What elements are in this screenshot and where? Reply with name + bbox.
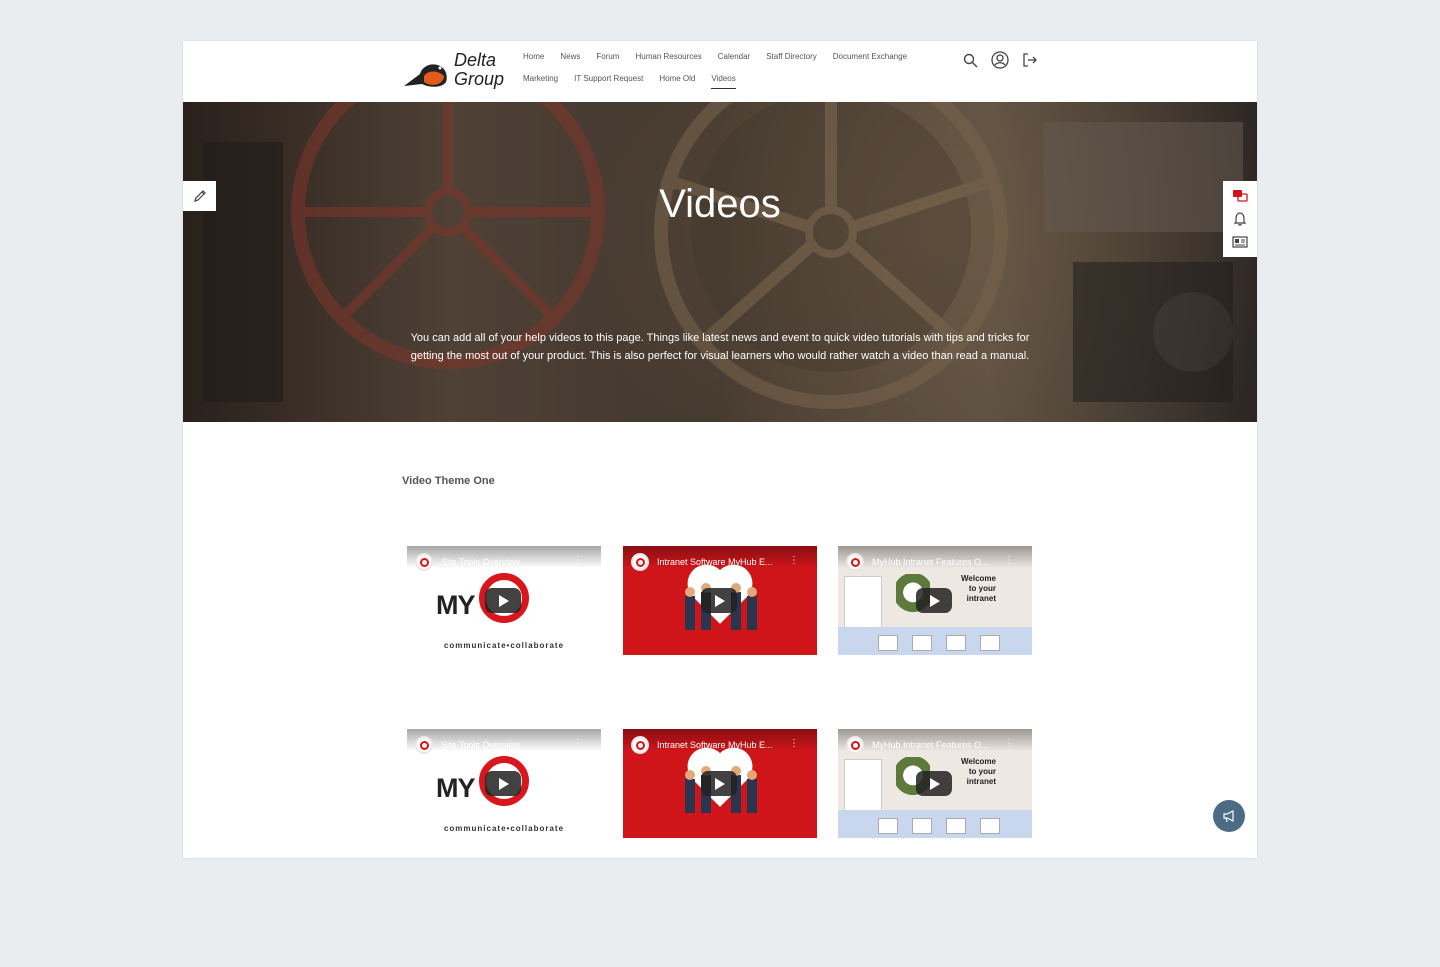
more-vert-icon[interactable]: ⋮ <box>1004 556 1014 566</box>
nav-home[interactable]: Home <box>515 51 552 63</box>
more-vert-icon[interactable]: ⋮ <box>573 739 583 749</box>
bell-icon[interactable] <box>1231 210 1249 228</box>
video-title[interactable]: Site Tools Overview <box>441 740 520 750</box>
logout-icon[interactable] <box>1021 51 1039 69</box>
video-tagline: communicate•collaborate <box>443 641 565 650</box>
play-button[interactable] <box>916 771 952 796</box>
channel-avatar[interactable] <box>415 736 433 754</box>
play-button[interactable] <box>701 771 737 796</box>
announcement-button[interactable] <box>1213 800 1245 832</box>
hero-banner: Videos You can add all of your help vide… <box>183 102 1257 422</box>
search-icon[interactable] <box>961 51 979 69</box>
nav-staff-directory[interactable]: Staff Directory <box>758 51 825 63</box>
play-button[interactable] <box>485 771 521 796</box>
chat-icon[interactable] <box>1231 187 1249 205</box>
app-window: Delta Group Home News Forum Human Resour… <box>183 41 1257 858</box>
logo-text-line1: Delta <box>454 50 497 70</box>
more-vert-icon[interactable]: ⋮ <box>573 556 583 566</box>
video-title[interactable]: Intranet Software MyHub E... <box>657 557 773 567</box>
play-button[interactable] <box>701 588 737 613</box>
edit-page-button[interactable] <box>183 181 216 211</box>
video-embed-site-tools[interactable]: MY communicate•collaborate Site Tools Ov… <box>407 729 601 838</box>
play-button[interactable] <box>916 588 952 613</box>
video-embed-intranet-features[interactable]: Welcome to your intranet MyHub Intranet … <box>838 546 1032 655</box>
channel-avatar[interactable] <box>846 736 864 754</box>
video-title[interactable]: MyHub Intranet Features O... <box>872 557 989 567</box>
channel-avatar[interactable] <box>631 736 649 754</box>
section-title: Video Theme One <box>402 475 495 487</box>
nav-calendar[interactable]: Calendar <box>710 51 758 63</box>
pencil-icon <box>193 190 206 202</box>
welcome-text: Welcome to your intranet <box>961 757 996 786</box>
nav-videos[interactable]: Videos <box>703 73 743 89</box>
film-reels-background <box>203 102 1243 409</box>
nav-human-resources[interactable]: Human Resources <box>627 51 709 63</box>
video-embed-intranet-features[interactable]: Welcome to your intranet MyHub Intranet … <box>838 729 1032 838</box>
site-header: Delta Group Home News Forum Human Resour… <box>183 41 1257 102</box>
more-vert-icon[interactable]: ⋮ <box>789 739 799 749</box>
myhub-logo-text: MY <box>436 773 475 803</box>
video-title[interactable]: Intranet Software MyHub E... <box>657 740 773 750</box>
more-vert-icon[interactable]: ⋮ <box>789 556 799 566</box>
channel-avatar[interactable] <box>631 553 649 571</box>
main-nav-row-1: Home News Forum Human Resources Calendar… <box>515 51 915 63</box>
video-title[interactable]: MyHub Intranet Features O... <box>872 740 989 750</box>
megaphone-icon <box>1223 810 1234 823</box>
nav-marketing[interactable]: Marketing <box>515 73 566 85</box>
page-title: Videos <box>659 182 781 226</box>
bird-logo-icon <box>404 64 447 87</box>
video-embed-intranet-software[interactable]: Intranet Software MyHub E... ⋮ <box>623 729 817 838</box>
nav-home-old[interactable]: Home Old <box>651 73 703 85</box>
nav-forum[interactable]: Forum <box>588 51 627 63</box>
myhub-logo-text: MY <box>436 590 475 620</box>
play-button[interactable] <box>485 588 521 613</box>
channel-avatar[interactable] <box>415 553 433 571</box>
welcome-text: Welcome to your intranet <box>961 574 996 603</box>
nav-it-support-request[interactable]: IT Support Request <box>566 73 651 85</box>
video-tagline: communicate•collaborate <box>443 824 565 833</box>
video-embed-intranet-software[interactable]: Intranet Software MyHub E... ⋮ <box>623 546 817 655</box>
more-vert-icon[interactable]: ⋮ <box>1004 739 1014 749</box>
quick-access-panel <box>1223 181 1257 257</box>
news-icon[interactable] <box>1231 233 1249 251</box>
video-embed-site-tools[interactable]: MY communicate•collaborate Site Tools Ov… <box>407 546 601 655</box>
site-logo[interactable]: Delta Group <box>402 51 512 93</box>
page-description: You can add all of your help videos to t… <box>410 332 1030 362</box>
user-icon[interactable] <box>991 51 1009 69</box>
main-nav-row-2: Marketing IT Support Request Home Old Vi… <box>515 73 744 89</box>
nav-news[interactable]: News <box>552 51 588 63</box>
nav-document-exchange[interactable]: Document Exchange <box>825 51 915 63</box>
video-title[interactable]: Site Tools Overview <box>441 557 520 567</box>
header-icons <box>961 51 1039 69</box>
channel-avatar[interactable] <box>846 553 864 571</box>
logo-text-line2: Group <box>454 69 505 89</box>
